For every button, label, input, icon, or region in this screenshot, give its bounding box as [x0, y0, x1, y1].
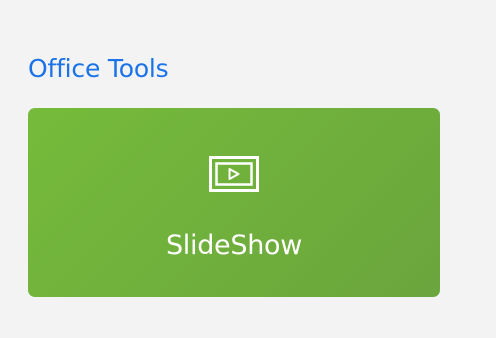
slideshow-tile[interactable]: SlideShow	[28, 108, 440, 297]
slideshow-play-icon	[209, 156, 259, 192]
section-title: Office Tools	[28, 54, 169, 83]
slideshow-tile-label: SlideShow	[165, 230, 303, 261]
